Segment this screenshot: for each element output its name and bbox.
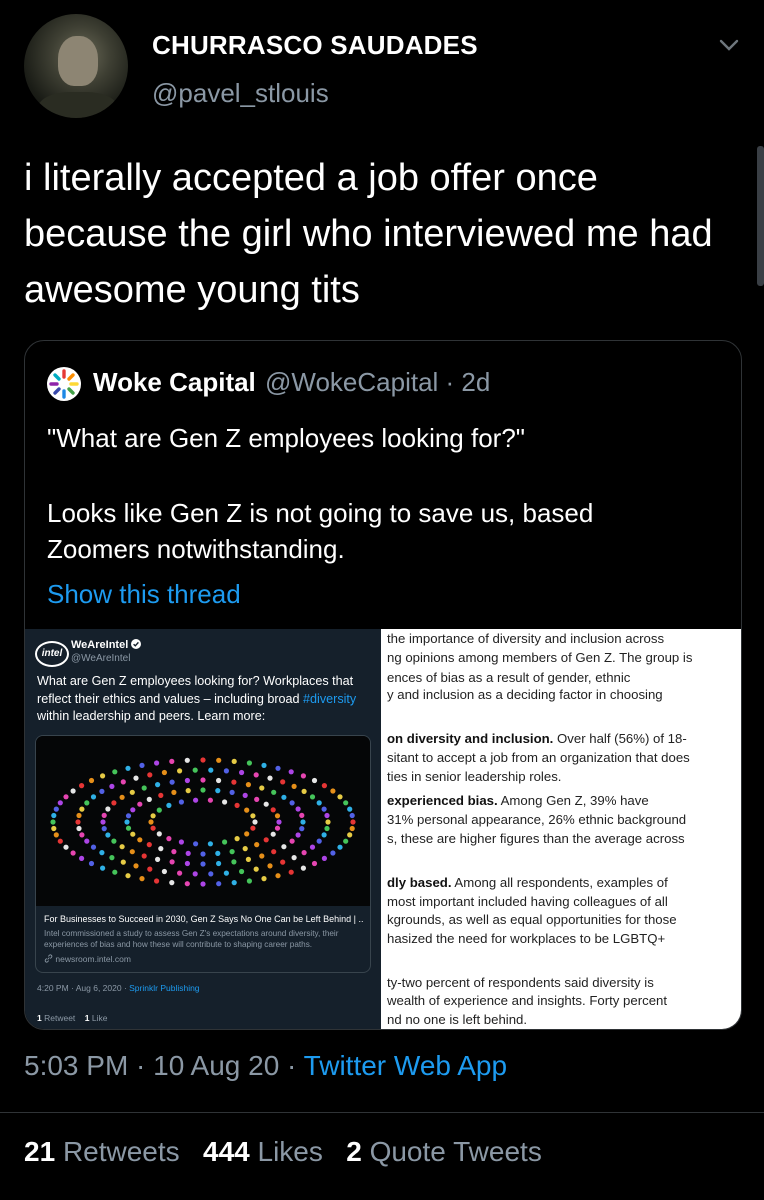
article-line: ties in senior leadership roles. [387, 769, 562, 784]
article-line: nd no one is left behind. [387, 1012, 528, 1027]
tweet-text: i literally accepted a job offer once be… [24, 157, 713, 311]
media-image-intel-tweet[interactable]: intel WeAreIntel @WeAreIntel What are Ge… [25, 629, 381, 1029]
article-line: dly based. Among all respondents, exampl… [387, 875, 668, 890]
tweet-stats: 21 Retweets 444 Likes 2 Quote Tweets [24, 1136, 542, 1168]
article-line: hasized the need for workplaces to be LG… [387, 931, 666, 946]
article-line: y and inclusion as a deciding factor in … [387, 687, 663, 702]
media-image-article[interactable]: the importance of diversity and inclusio… [381, 629, 741, 1029]
verified-badge-icon [131, 639, 142, 649]
article-line: most important included having colleague… [387, 894, 668, 909]
quote-tweets-stat[interactable]: 2 Quote Tweets [346, 1136, 542, 1167]
quoted-author-name[interactable]: Woke Capital [93, 367, 256, 398]
colorful-people-circles-image [36, 736, 370, 906]
article-line: ty-two percent of respondents said diver… [387, 975, 654, 990]
quoted-tweet[interactable]: Woke Capital @WokeCapital · 2d "What are… [24, 340, 742, 1030]
author-handle[interactable]: @pavel_stlouis [152, 78, 329, 109]
article-line: on diversity and inclusion. Over half (5… [387, 731, 687, 746]
article-line: kgrounds, as well as equal opportunities… [387, 912, 677, 927]
card-description: Intel commissioned a study to assess Gen… [44, 929, 339, 949]
article-line: wealth of experience and insights. Forty… [387, 993, 668, 1008]
likes-stat[interactable]: 444 Likes [203, 1136, 323, 1167]
article-line: ences of bias as a result of gender, eth… [387, 670, 631, 685]
link-icon [44, 954, 53, 963]
article-line: s, these are higher figures than the ave… [387, 831, 685, 846]
chevron-down-icon[interactable] [718, 34, 740, 56]
article-line: 31% personal appearance, 26% ethnic back… [387, 812, 687, 827]
embedded-author-name: WeAreIntel [71, 639, 129, 651]
quoted-text-line1: "What are Gen Z employees looking for?" [47, 423, 526, 453]
embedded-tweet-text: What are Gen Z employees looking for? Wo… [37, 674, 357, 723]
show-thread-link[interactable]: Show this thread [47, 579, 241, 610]
article-line: experienced bias. Among Gen Z, 39% have [387, 793, 649, 808]
intel-logo-icon: intel [35, 641, 69, 667]
source-app-link[interactable]: Twitter Web App [304, 1050, 507, 1081]
embedded-link-card: For Businesses to Succeed in 2030, Gen Z… [35, 735, 371, 973]
embedded-timestamp: 4:20 PM · Aug 6, 2020 · Sprinklr Publish… [37, 983, 200, 993]
retweets-stat[interactable]: 21 Retweets [24, 1136, 180, 1167]
quoted-text-line2: Looks like Gen Z is not going to save us… [47, 498, 594, 564]
article-line: the importance of diversity and inclusio… [387, 631, 665, 646]
scrollbar[interactable] [757, 146, 764, 286]
card-link: newsroom.intel.com [44, 954, 131, 964]
embedded-author-handle: @WeAreIntel [71, 653, 131, 664]
woke-capital-logo-icon [47, 367, 81, 401]
card-title: For Businesses to Succeed in 2030, Gen Z… [44, 914, 364, 924]
author-display-name[interactable]: CHURRASCO SAUDADES [152, 30, 478, 61]
diversity-hashtag: #diversity [303, 691, 357, 706]
embedded-stats: 1 Retweet 1 Like [37, 1013, 108, 1023]
article-line: ng opinions among members of Gen Z. The … [387, 650, 693, 665]
divider [0, 1112, 764, 1113]
tweet-timestamp: 5:03 PM · 10 Aug 20 · Twitter Web App [24, 1050, 508, 1081]
avatar[interactable] [24, 14, 128, 118]
quoted-author-handle[interactable]: @WokeCapital · 2d [265, 367, 490, 398]
article-line: sitant to accept a job from an organizat… [387, 750, 690, 765]
